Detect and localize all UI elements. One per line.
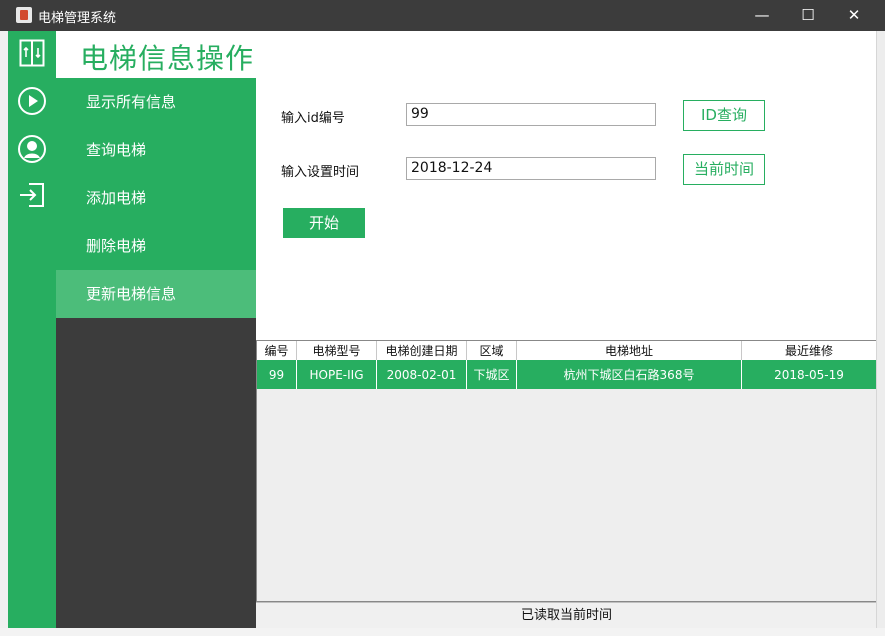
- id-label: 输入id编号: [281, 107, 345, 126]
- time-label: 输入设置时间: [281, 161, 359, 180]
- table-cell[interactable]: 99: [257, 360, 297, 389]
- table-header: 编号 电梯型号 电梯创建日期 区域 电梯地址 最近维修: [257, 341, 876, 360]
- maximize-button[interactable]: ☐: [785, 0, 831, 31]
- menu-item-delete[interactable]: 删除电梯: [56, 222, 256, 270]
- java-app-icon: [16, 7, 32, 23]
- login-icon[interactable]: [8, 175, 56, 215]
- minimize-button[interactable]: —: [739, 0, 785, 31]
- icon-bar: [8, 31, 56, 628]
- column-header[interactable]: 电梯地址: [517, 341, 742, 360]
- menu-item-query[interactable]: 查询电梯: [56, 126, 256, 174]
- table-cell[interactable]: 2008-02-01: [377, 360, 467, 389]
- play-icon[interactable]: [8, 81, 56, 121]
- side-menu: 显示所有信息 查询电梯 添加电梯 删除电梯 更新电梯信息: [56, 78, 256, 628]
- id-input[interactable]: 99: [406, 103, 656, 126]
- column-header[interactable]: 编号: [257, 341, 297, 360]
- table-row[interactable]: 99 HOPE-IIG 2008-02-01 下城区 杭州下城区白石路368号 …: [257, 360, 876, 389]
- user-icon[interactable]: [8, 129, 56, 169]
- column-header[interactable]: 电梯创建日期: [377, 341, 467, 360]
- table-cell[interactable]: HOPE-IIG: [297, 360, 377, 389]
- table-cell[interactable]: 杭州下城区白石路368号: [517, 360, 742, 389]
- page-title: 电梯信息操作: [80, 37, 254, 77]
- time-input[interactable]: 2018-12-24: [406, 157, 656, 180]
- column-header[interactable]: 最近维修: [742, 341, 876, 360]
- menu-item-show-all[interactable]: 显示所有信息: [56, 78, 256, 126]
- current-time-button[interactable]: 当前时间: [683, 154, 765, 185]
- start-button[interactable]: 开始: [283, 208, 365, 238]
- window-title: 电梯管理系统: [38, 7, 116, 26]
- close-button[interactable]: ✕: [831, 0, 877, 31]
- menu-item-update[interactable]: 更新电梯信息: [56, 270, 256, 318]
- elevator-table: 编号 电梯型号 电梯创建日期 区域 电梯地址 最近维修 99 HOPE-IIG …: [256, 340, 877, 602]
- elevator-icon[interactable]: [8, 33, 56, 73]
- status-bar: 已读取当前时间: [256, 602, 877, 629]
- table-cell[interactable]: 下城区: [467, 360, 517, 389]
- column-header[interactable]: 区域: [467, 341, 517, 360]
- id-query-button[interactable]: ID查询: [683, 100, 765, 131]
- form-panel: 输入id编号 99 ID查询 输入设置时间 2018-12-24 当前时间 开始: [256, 78, 876, 340]
- column-header[interactable]: 电梯型号: [297, 341, 377, 360]
- title-bar: 电梯管理系统 — ☐ ✕: [0, 0, 885, 31]
- window-right-edge: [876, 31, 885, 628]
- menu-item-add[interactable]: 添加电梯: [56, 174, 256, 222]
- table-cell[interactable]: 2018-05-19: [742, 360, 876, 389]
- window-bottom-edge: [0, 628, 885, 636]
- window-left-edge: [0, 31, 8, 636]
- header: 电梯信息操作: [56, 31, 876, 78]
